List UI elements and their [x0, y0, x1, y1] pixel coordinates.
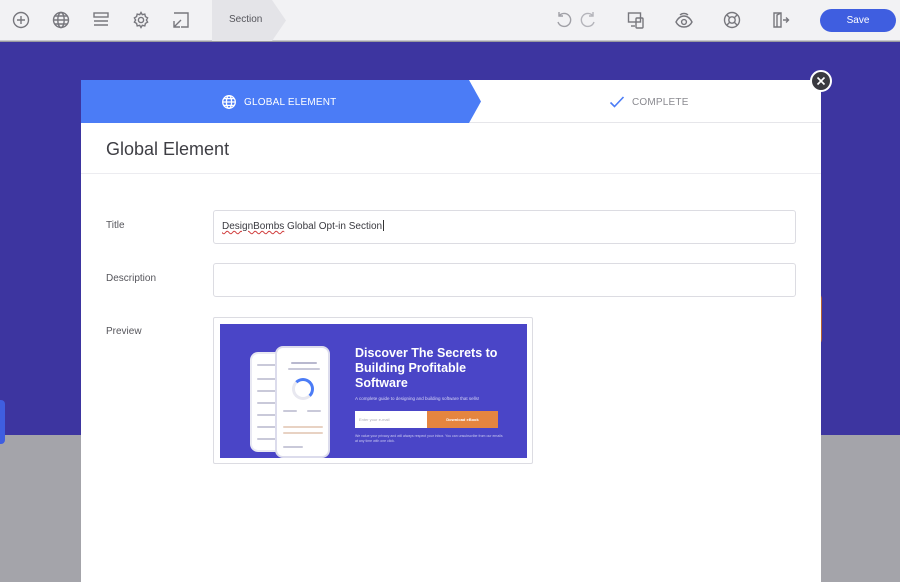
close-icon — [816, 76, 826, 86]
preview-thumbnail: Discover The Secrets to Building Profita… — [213, 317, 533, 464]
save-button[interactable]: Save — [820, 9, 896, 32]
title-divider — [81, 173, 821, 174]
step-global-element-label: GLOBAL ELEMENT — [244, 97, 337, 108]
text-caret — [383, 220, 385, 231]
description-input[interactable] — [213, 263, 796, 297]
preview-image: Discover The Secrets to Building Profita… — [220, 324, 527, 458]
preview-download-button: Download eBook — [427, 411, 498, 428]
preview-eye-icon[interactable] — [674, 10, 694, 30]
globe-icon[interactable] — [51, 10, 71, 30]
help-icon[interactable] — [722, 10, 742, 30]
title-label: Title — [106, 220, 125, 231]
global-element-modal: GLOBAL ELEMENT COMPLETE Global Element T… — [81, 80, 821, 582]
responsive-icon[interactable] — [626, 10, 646, 30]
gear-icon[interactable] — [131, 10, 151, 30]
layers-icon[interactable] — [91, 10, 111, 30]
exit-icon[interactable] — [770, 10, 790, 30]
step-progress: GLOBAL ELEMENT COMPLETE — [81, 80, 821, 123]
breadcrumb-section-label: Section — [229, 14, 263, 25]
title-input-brand: DesignBombs — [222, 221, 285, 232]
preview-email-field: Enter your e-mail — [355, 411, 427, 428]
title-input[interactable]: DesignBombs Global Opt-in Section — [213, 210, 796, 244]
select-arrow-icon[interactable] — [171, 10, 191, 30]
title-input-text: Global Opt-in Section — [284, 221, 383, 232]
add-icon[interactable] — [11, 10, 31, 30]
side-panel-tab[interactable] — [0, 400, 5, 444]
description-label: Description — [106, 273, 157, 284]
step-global-element[interactable]: GLOBAL ELEMENT — [81, 80, 481, 123]
redo-icon[interactable] — [578, 10, 598, 30]
preview-fine-print: We value your privacy and will always re… — [355, 434, 503, 443]
preview-headline: Discover The Secrets to Building Profita… — [355, 346, 498, 390]
modal-title: Global Element — [106, 139, 230, 159]
undo-icon[interactable] — [554, 10, 574, 30]
preview-subtext: A complete guide to designing and buildi… — [355, 396, 480, 401]
breadcrumb-section[interactable]: Section — [212, 0, 286, 41]
preview-label: Preview — [106, 326, 142, 337]
top-toolbar: Section Save — [0, 0, 900, 41]
close-modal-button[interactable] — [810, 70, 832, 92]
check-icon — [609, 95, 625, 109]
step-complete-label: COMPLETE — [632, 97, 689, 108]
globe-icon — [221, 94, 237, 110]
phone-mockup-front — [275, 346, 330, 458]
